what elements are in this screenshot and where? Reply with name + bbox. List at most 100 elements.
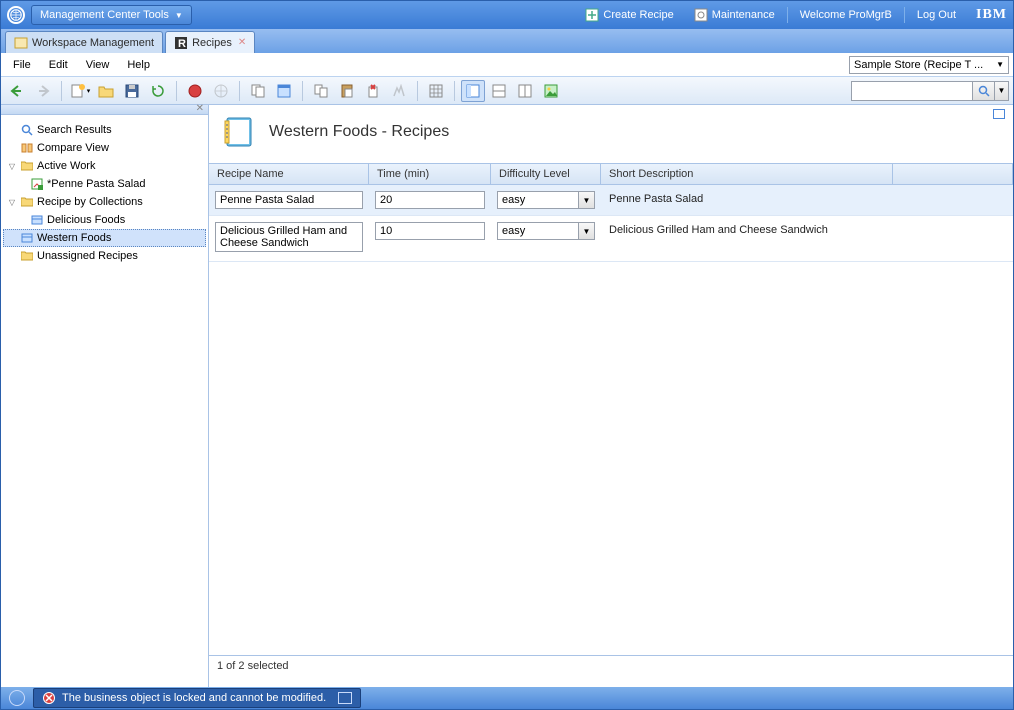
- welcome-label: Welcome ProMgrB: [800, 9, 892, 21]
- delete-button[interactable]: [361, 80, 385, 102]
- time-input[interactable]: [375, 222, 485, 240]
- collapse-icon[interactable]: ▽: [7, 162, 17, 171]
- status-expand-icon[interactable]: [338, 692, 352, 704]
- status-icon: [9, 690, 25, 706]
- tree-label: Search Results: [37, 124, 112, 136]
- forward-button[interactable]: [31, 80, 55, 102]
- ibm-logo: IBM: [976, 7, 1007, 23]
- search-icon: [20, 123, 34, 137]
- desc-cell: Penne Pasta Salad: [601, 189, 893, 209]
- compare-icon: [20, 141, 34, 155]
- save-button[interactable]: [120, 80, 144, 102]
- image-button[interactable]: [539, 80, 563, 102]
- tree-label: Active Work: [37, 160, 95, 172]
- action-button[interactable]: [387, 80, 411, 102]
- maximize-icon[interactable]: [993, 109, 1005, 119]
- duplicate-button[interactable]: [309, 80, 333, 102]
- tree-close-icon[interactable]: ✕: [196, 103, 204, 114]
- welcome-text: Welcome ProMgrB: [790, 9, 902, 21]
- col-desc[interactable]: Short Description: [601, 164, 893, 184]
- stop-button[interactable]: [183, 80, 207, 102]
- statusbar: The business object is locked and cannot…: [1, 687, 1013, 709]
- maintenance-icon: [694, 8, 708, 22]
- new-button[interactable]: ▾: [68, 80, 92, 102]
- tree-western-foods[interactable]: Western Foods: [3, 229, 206, 247]
- tree-delicious-foods[interactable]: Delicious Foods: [3, 211, 206, 229]
- time-input[interactable]: [375, 191, 485, 209]
- difficulty-value[interactable]: [498, 192, 578, 208]
- table-row[interactable]: ▼ Penne Pasta Salad: [209, 185, 1013, 216]
- open-button[interactable]: [94, 80, 118, 102]
- create-recipe-label: Create Recipe: [603, 9, 673, 21]
- difficulty-select[interactable]: ▼: [497, 191, 595, 209]
- search-dropdown[interactable]: ▼: [994, 82, 1008, 100]
- name-input[interactable]: [215, 222, 363, 252]
- maintenance-link[interactable]: Maintenance: [684, 8, 785, 22]
- search-box: ▼: [851, 81, 1009, 101]
- search-input[interactable]: [852, 82, 972, 100]
- tab-recipes[interactable]: R Recipes ✕: [165, 31, 255, 53]
- recipe-icon: [30, 177, 44, 191]
- menu-edit[interactable]: Edit: [41, 56, 76, 74]
- collection-icon: [30, 213, 44, 227]
- difficulty-select[interactable]: ▼: [497, 222, 595, 240]
- difficulty-value[interactable]: [498, 223, 578, 239]
- chevron-down-icon[interactable]: ▼: [578, 223, 594, 239]
- menubar: File Edit View Help Sample Store (Recipe…: [1, 53, 1013, 77]
- book-icon: [223, 115, 257, 149]
- tree-pane: ✕ Search Results Compare View ▽ Active W…: [1, 105, 209, 687]
- paste-button[interactable]: [335, 80, 359, 102]
- error-icon: [42, 691, 56, 705]
- status-text: The business object is locked and cannot…: [62, 692, 326, 704]
- toolbar: ▾ ▼: [1, 77, 1013, 105]
- tree-unassigned[interactable]: Unassigned Recipes: [3, 247, 206, 265]
- tree-compare-view[interactable]: Compare View: [3, 139, 206, 157]
- tree-label: Unassigned Recipes: [37, 250, 138, 262]
- tools-dropdown[interactable]: Management Center Tools ▼: [31, 5, 192, 25]
- store-selector[interactable]: Sample Store (Recipe T ... ▼: [849, 56, 1009, 74]
- col-time[interactable]: Time (min): [369, 164, 491, 184]
- globe-button[interactable]: [209, 80, 233, 102]
- logout-link[interactable]: Log Out: [907, 9, 966, 21]
- window-button[interactable]: [272, 80, 296, 102]
- col-difficulty[interactable]: Difficulty Level: [491, 164, 601, 184]
- copy-button[interactable]: [246, 80, 270, 102]
- tab-workspace[interactable]: Workspace Management: [5, 31, 163, 53]
- recipe-grid: Recipe Name Time (min) Difficulty Level …: [209, 163, 1013, 676]
- back-button[interactable]: [5, 80, 29, 102]
- status-message-box: The business object is locked and cannot…: [33, 688, 361, 708]
- nav-tree: Search Results Compare View ▽ Active Wor…: [1, 115, 208, 687]
- menu-view[interactable]: View: [78, 56, 118, 74]
- folder-icon: [20, 195, 34, 209]
- folder-icon: [20, 249, 34, 263]
- grid-view-button[interactable]: [424, 80, 448, 102]
- layout-3-button[interactable]: [513, 80, 537, 102]
- tree-label: Western Foods: [37, 232, 111, 244]
- collapse-icon[interactable]: ▽: [7, 198, 17, 207]
- name-input[interactable]: [215, 191, 363, 209]
- tree-penne[interactable]: *Penne Pasta Salad: [3, 175, 206, 193]
- menu-help[interactable]: Help: [119, 56, 158, 74]
- tree-label: *Penne Pasta Salad: [47, 178, 145, 190]
- recipes-icon: R: [174, 36, 188, 50]
- desc-cell: Delicious Grilled Ham and Cheese Sandwic…: [601, 220, 893, 240]
- layout-1-button[interactable]: [461, 80, 485, 102]
- tree-recipe-collections[interactable]: ▽ Recipe by Collections: [3, 193, 206, 211]
- refresh-button[interactable]: [146, 80, 170, 102]
- svg-text:R: R: [178, 38, 186, 50]
- grid-header: Recipe Name Time (min) Difficulty Level …: [209, 164, 1013, 185]
- create-recipe-link[interactable]: Create Recipe: [575, 8, 683, 22]
- col-name[interactable]: Recipe Name: [209, 164, 369, 184]
- tree-label: Delicious Foods: [47, 214, 125, 226]
- table-row[interactable]: ▼ Delicious Grilled Ham and Cheese Sandw…: [209, 216, 1013, 262]
- tree-active-work[interactable]: ▽ Active Work: [3, 157, 206, 175]
- close-icon[interactable]: ✕: [238, 37, 246, 48]
- menu-file[interactable]: File: [5, 56, 39, 74]
- chevron-down-icon: ▼: [996, 60, 1004, 69]
- layout-2-button[interactable]: [487, 80, 511, 102]
- tree-search-results[interactable]: Search Results: [3, 121, 206, 139]
- tabstrip: Workspace Management R Recipes ✕: [1, 29, 1013, 53]
- search-button[interactable]: [972, 82, 994, 100]
- col-extra[interactable]: [893, 164, 1013, 184]
- chevron-down-icon[interactable]: ▼: [578, 192, 594, 208]
